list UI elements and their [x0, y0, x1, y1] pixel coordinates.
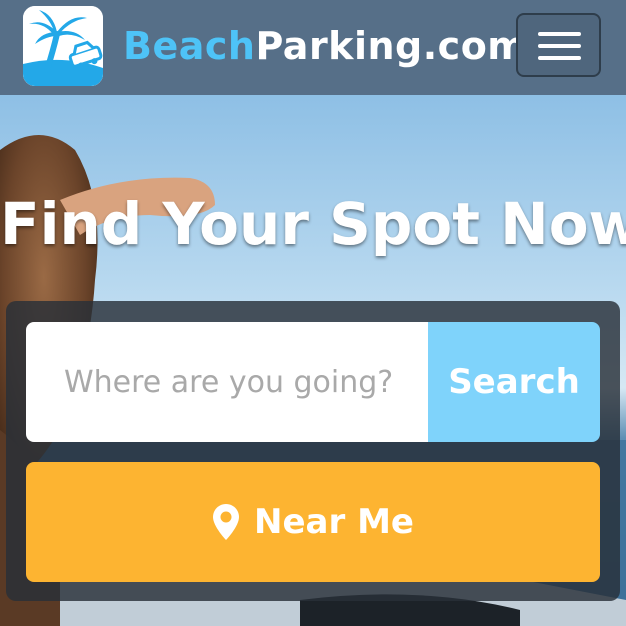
brand-suffix: Parking.com	[255, 24, 528, 68]
palm-tree-car-icon	[23, 6, 103, 86]
brand-name[interactable]: BeachParking.com	[123, 22, 527, 70]
near-me-label: Near Me	[254, 502, 414, 542]
search-button[interactable]: Search	[428, 322, 600, 442]
hero-headline: Find Your Spot Now	[0, 190, 626, 258]
brand-prefix: Beach	[123, 24, 256, 68]
site-logo[interactable]	[23, 6, 103, 86]
location-pin-icon	[213, 504, 240, 540]
page: BeachParking.com Find Your Spot Now Sear…	[0, 0, 626, 626]
hamburger-menu-button[interactable]	[516, 13, 601, 77]
destination-search-input[interactable]	[26, 322, 428, 442]
near-me-button[interactable]: Near Me	[26, 462, 600, 582]
top-navbar: BeachParking.com	[0, 0, 626, 95]
